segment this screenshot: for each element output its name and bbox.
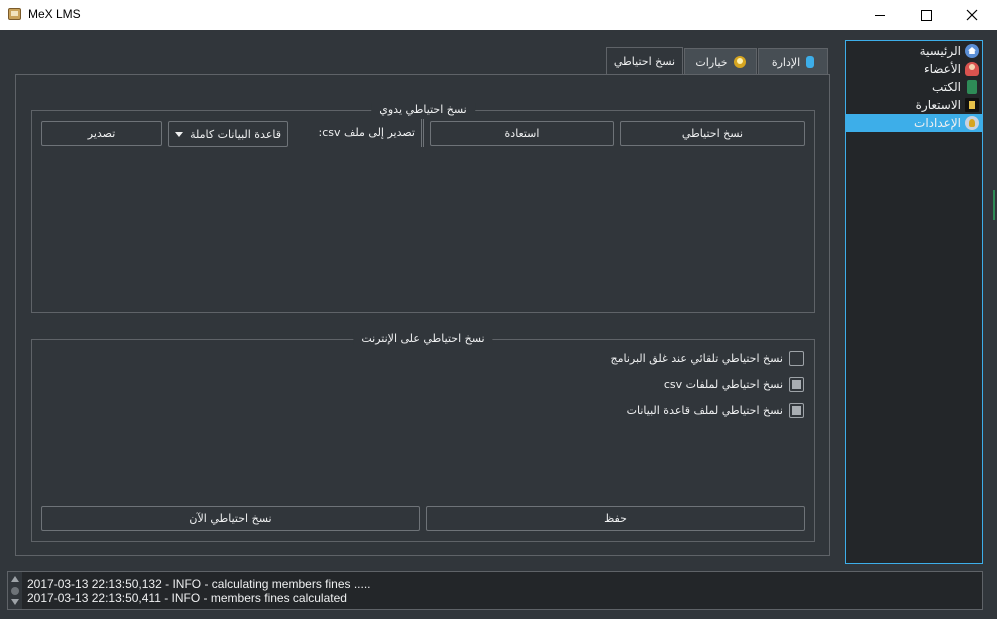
checkbox-label: نسخ احتياطي تلقائي عند غلق البرنامج [610, 351, 783, 365]
checkbox-label: نسخ احتياطي لملفات csv [663, 377, 783, 391]
tab-label: نسخ احتياطي [613, 55, 676, 68]
admin-icon [806, 56, 815, 68]
log-line: 2017-03-13 22:13:50,132 - INFO - calcula… [27, 577, 371, 591]
navigation-list: الرئيسية الأعضاء الكتب الاستعارة الإعداد… [845, 40, 983, 564]
title-bar: MeX LMS [0, 0, 997, 30]
log-line: 2017-03-13 22:13:50,411 - INFO - members… [27, 591, 347, 605]
home-icon [965, 44, 979, 58]
nav-item-settings[interactable]: الإعدادات [846, 114, 982, 132]
backup-button[interactable]: نسخ احتياطي [620, 121, 805, 146]
export-scope-select[interactable]: قاعدة البيانات كاملة [168, 121, 288, 147]
tab-label: خيارات [695, 55, 728, 69]
maximize-button[interactable] [903, 0, 949, 30]
borrow-icon [965, 98, 979, 112]
books-icon [967, 80, 977, 94]
close-icon [966, 9, 978, 21]
backup-database-file-checkbox[interactable]: نسخ احتياطي لملف قاعدة البيانات [627, 402, 804, 418]
scroll-up-icon[interactable] [11, 576, 19, 582]
minimize-button[interactable] [857, 0, 903, 30]
nav-item-label: الإعدادات [914, 116, 961, 130]
nav-item-label: الكتب [931, 80, 961, 94]
auto-backup-on-close-checkbox[interactable]: نسخ احتياطي تلقائي عند غلق البرنامج [610, 350, 804, 366]
log-scrollbar[interactable] [8, 572, 22, 609]
log-output[interactable]: 2017-03-13 22:13:50,132 - INFO - calcula… [7, 571, 983, 610]
export-csv-label: تصدير إلى ملف csv: [318, 126, 415, 139]
close-button[interactable] [949, 0, 995, 30]
nav-item-books[interactable]: الكتب [846, 78, 982, 96]
group-title: نسخ احتياطي يدوي [371, 103, 475, 116]
nav-item-label: الأعضاء [923, 62, 961, 76]
tab-admin[interactable]: الإدارة [758, 48, 828, 75]
chevron-down-icon [175, 132, 183, 137]
nav-item-label: الاستعارة [915, 98, 961, 112]
settings-icon [965, 116, 979, 130]
tab-backup[interactable]: نسخ احتياطي [606, 47, 683, 75]
nav-item-members[interactable]: الأعضاء [846, 60, 982, 78]
checkbox-box[interactable] [789, 402, 804, 418]
edge-accent [993, 190, 995, 220]
checkbox-label: نسخ احتياطي لملف قاعدة البيانات [626, 403, 783, 417]
checkbox-box[interactable] [789, 376, 804, 392]
tab-label: الإدارة [771, 55, 801, 69]
bulb-icon [733, 56, 746, 68]
nav-item-label: الرئيسية [919, 44, 961, 58]
backup-csv-files-checkbox[interactable]: نسخ احتياطي لملفات csv [664, 376, 804, 392]
restore-button[interactable]: استعادة [430, 121, 614, 146]
checkbox-box[interactable] [789, 350, 804, 366]
select-value: قاعدة البيانات كاملة [190, 128, 281, 141]
export-button[interactable]: تصدير [41, 121, 162, 146]
group-title: نسخ احتياطي على الإنترنت [353, 332, 493, 345]
separator [421, 119, 424, 147]
save-button[interactable]: حفظ [426, 506, 805, 531]
nav-item-borrow[interactable]: الاستعارة [846, 96, 982, 114]
tab-options[interactable]: خيارات [684, 48, 757, 75]
nav-item-home[interactable]: الرئيسية [846, 42, 982, 60]
backup-now-button[interactable]: نسخ احتياطي الآن [41, 506, 420, 531]
app-icon [8, 8, 21, 20]
scroll-down-icon[interactable] [11, 599, 19, 605]
window-title: MeX LMS [28, 7, 81, 21]
scroll-thumb[interactable] [11, 587, 19, 595]
members-icon [965, 62, 979, 76]
